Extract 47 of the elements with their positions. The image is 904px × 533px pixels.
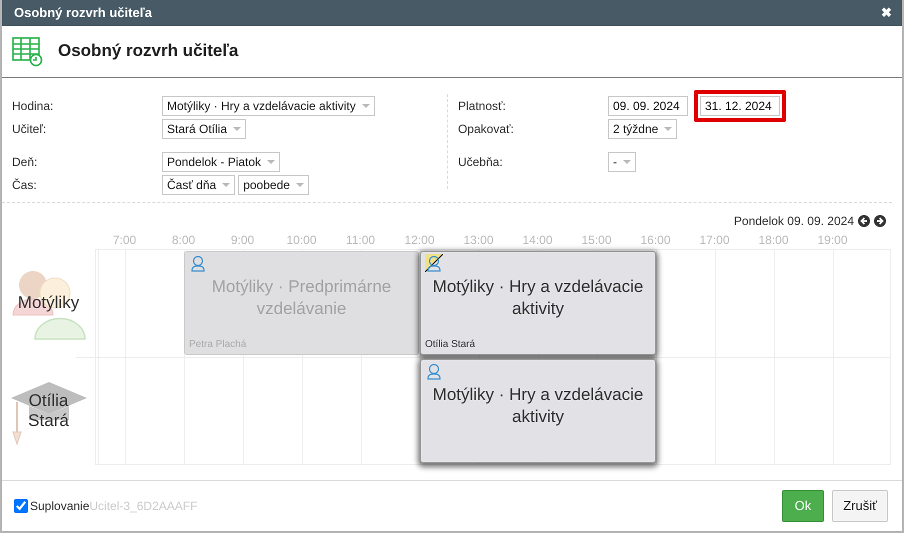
- hour-label: 10:00: [285, 232, 318, 249]
- window-title: Osobný rozvrh učiteľa: [14, 4, 152, 22]
- row-label: Motýliky: [18, 293, 80, 313]
- dropdown[interactable]: poobede: [238, 174, 309, 194]
- close-button[interactable]: ✖: [881, 3, 892, 23]
- lesson-title: Motýliky · Hry a vzdelávacie aktivity: [432, 276, 644, 320]
- field-label: Čas:: [12, 176, 38, 194]
- field-label: Platnosť:: [458, 98, 507, 114]
- calendar-clock-icon: [12, 36, 44, 66]
- previous-icon[interactable]: [858, 215, 870, 227]
- row-label: Otília Stará: [27, 391, 70, 431]
- hour-label: 16:00: [639, 232, 672, 249]
- hour-label: 11:00: [344, 232, 376, 249]
- field-label: Deň:: [12, 154, 38, 170]
- hour-label: 13:00: [462, 232, 495, 249]
- dropdown[interactable]: Časť dňa: [162, 174, 236, 194]
- hour-label: 15:00: [580, 232, 613, 249]
- date-field[interactable]: 31. 12. 2024: [700, 96, 780, 116]
- dropdown[interactable]: Pondelok - Piatok: [162, 152, 280, 172]
- hour-label: 14:00: [521, 232, 554, 249]
- lesson-card[interactable]: Motýliky · Hry a vzdelávacie aktivity: [420, 359, 656, 463]
- checkbox[interactable]: [14, 499, 28, 513]
- hour-label: 17:00: [698, 232, 731, 249]
- lesson-title: Motýliky · Hry a vzdelávacie aktivity: [432, 384, 644, 428]
- date-label: Pondelok 09. 09. 2024: [734, 213, 854, 230]
- hour-label: 8:00: [170, 232, 196, 249]
- next-icon[interactable]: [874, 215, 886, 227]
- field-label: Učebňa:: [458, 154, 504, 170]
- dialog-heading: Osobný rozvrh učiteľa: [58, 41, 238, 62]
- field-label: Učiteľ:: [12, 120, 48, 138]
- hour-label: 9:00: [230, 232, 256, 249]
- lesson-title: Motýliky · Predprimárne vzdelávanie: [210, 276, 392, 320]
- teacher-name: Otília Stará: [425, 338, 476, 352]
- cancel-button[interactable]: Zrušiť: [832, 490, 888, 522]
- lesson-card[interactable]: Motýliky · Hry a vzdelávacie aktivity Otília Stará: [420, 251, 656, 355]
- field-label: Hodina:: [12, 98, 54, 114]
- dropdown[interactable]: -: [608, 152, 636, 172]
- hour-label: 12:00: [403, 232, 436, 249]
- date-field[interactable]: 09. 09. 2024: [608, 96, 688, 116]
- hour-label: 7:00: [112, 232, 138, 249]
- hour-label: 18:00: [757, 232, 790, 249]
- dropdown[interactable]: Motýliky · Hry a vzdelávacie aktivity: [162, 96, 375, 116]
- dropdown[interactable]: Stará Otília: [162, 118, 246, 138]
- field-label: Opakovať:: [458, 120, 515, 138]
- hour-label: 19:00: [816, 232, 849, 249]
- checkbox-label: Suplovanie: [30, 498, 90, 515]
- dropdown[interactable]: 2 týždne: [608, 118, 678, 138]
